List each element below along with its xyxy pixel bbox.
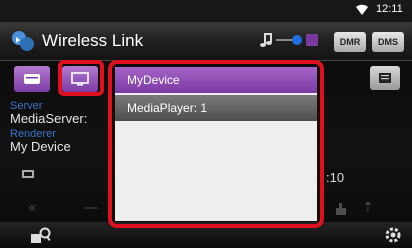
wifi-icon bbox=[356, 4, 368, 15]
music-note-icon bbox=[260, 33, 272, 47]
media-status-icon bbox=[306, 34, 318, 46]
dms-button[interactable]: DMS bbox=[372, 32, 404, 52]
status-bar: 12:11 bbox=[0, 0, 412, 20]
up-arrow-icon[interactable]: ⇡ bbox=[362, 200, 374, 216]
gear-icon[interactable] bbox=[384, 226, 402, 244]
device-list-item-mediaplayer[interactable]: MediaPlayer: 1 bbox=[115, 95, 317, 121]
playback-time: :10 bbox=[326, 170, 345, 185]
connection-status-dot bbox=[292, 35, 302, 45]
device-list-panel: MyDevice MediaPlayer: 1 bbox=[108, 60, 324, 228]
clock-text: 12:11 bbox=[376, 3, 403, 15]
thumb-icon bbox=[336, 203, 346, 215]
list-icon bbox=[379, 73, 391, 83]
wireless-link-app-icon bbox=[12, 31, 34, 51]
server-value: MediaServer: bbox=[10, 111, 88, 126]
list-view-button[interactable] bbox=[370, 66, 400, 90]
renderer-value: My Device bbox=[10, 139, 71, 154]
header-bar: Wireless Link DMR DMS bbox=[0, 22, 412, 61]
search-icon[interactable] bbox=[30, 226, 52, 246]
seek-dash-icon: — bbox=[84, 200, 98, 216]
rewind-icon[interactable]: « bbox=[28, 200, 37, 216]
server-icon bbox=[24, 74, 40, 84]
renderer-button-highlight bbox=[58, 60, 104, 96]
dmr-button[interactable]: DMR bbox=[334, 32, 366, 52]
device-list-item-mydevice[interactable]: MyDevice bbox=[115, 67, 317, 93]
device-list: MyDevice MediaPlayer: 1 bbox=[115, 67, 317, 221]
repeat-icon[interactable] bbox=[20, 168, 36, 180]
server-select-button[interactable] bbox=[14, 66, 50, 92]
page-title: Wireless Link bbox=[42, 31, 144, 50]
wireless-link-screen: 12:11 Wireless Link DMR DMS Server Media… bbox=[0, 0, 412, 248]
